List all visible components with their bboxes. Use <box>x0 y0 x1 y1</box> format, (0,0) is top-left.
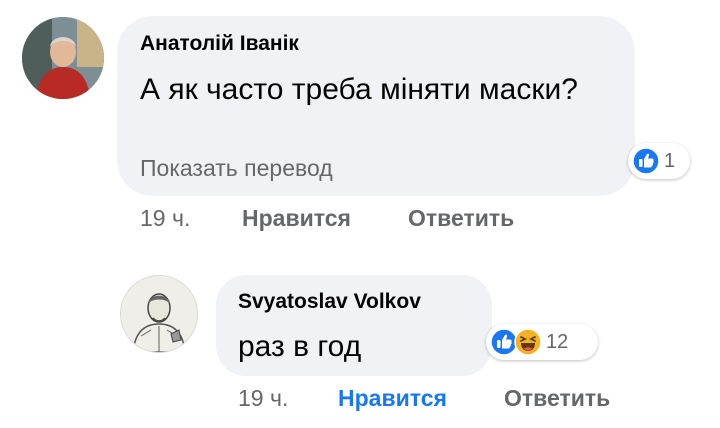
reaction-summary[interactable]: 12 <box>486 324 598 360</box>
like-icon <box>632 147 660 175</box>
comment-text: А як часто треба міняти маски? <box>140 73 578 106</box>
avatar-sketch-icon <box>121 276 197 352</box>
comment-author[interactable]: Svyatoslav Volkov <box>238 290 421 314</box>
avatar-photo-icon <box>22 17 104 99</box>
reply-button[interactable]: Ответить <box>408 205 514 232</box>
comment-timestamp[interactable]: 19 ч. <box>140 205 190 232</box>
reply-button[interactable]: Ответить <box>504 385 610 412</box>
comment-author[interactable]: Анатолій Іванік <box>140 32 299 56</box>
comment-timestamp[interactable]: 19 ч. <box>238 385 288 412</box>
show-translation-link[interactable]: Показать перевод <box>140 155 333 182</box>
reaction-summary[interactable]: 1 <box>628 143 690 179</box>
haha-icon <box>514 328 542 356</box>
reaction-count: 1 <box>664 149 676 172</box>
comment-text: раз в год <box>238 330 362 363</box>
avatar-svyatoslav[interactable] <box>120 275 198 353</box>
reaction-count: 12 <box>546 330 569 353</box>
like-button[interactable]: Нравится <box>242 205 351 232</box>
avatar-anatolii[interactable] <box>22 17 104 99</box>
like-button[interactable]: Нравится <box>338 385 447 412</box>
